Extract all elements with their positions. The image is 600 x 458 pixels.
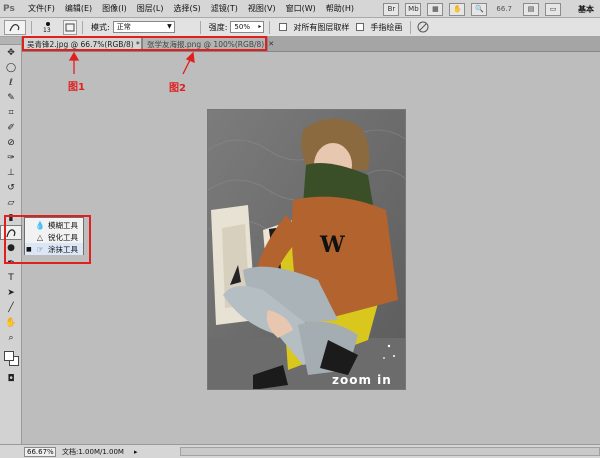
annotation-label-2: 图2 bbox=[169, 83, 186, 94]
blur-drop-icon: 💧 bbox=[35, 220, 45, 230]
canvas-photo[interactable]: W zoom in bbox=[207, 109, 406, 390]
zoom-in-watermark: zoom in bbox=[332, 373, 392, 387]
photo-illustration: W zoom in bbox=[208, 110, 405, 389]
annotation-label-1: 图1 bbox=[68, 82, 85, 93]
sharpen-triangle-icon: △ bbox=[36, 232, 44, 242]
status-zoom-value: 66.67% bbox=[27, 447, 54, 456]
flyout-item-smudge[interactable]: ■ ☞ 涂抹工具 bbox=[25, 243, 83, 255]
flyout-item-label: 锐化工具 bbox=[48, 232, 78, 242]
status-bar: 66.67% 文档:1.00M/1.00M ▸ bbox=[0, 444, 600, 458]
svg-text:W: W bbox=[319, 232, 345, 258]
flyout-item-label: 模糊工具 bbox=[48, 220, 78, 230]
flyout-item-sharpen[interactable]: △ 锐化工具 bbox=[25, 231, 83, 243]
arrowhead-1 bbox=[68, 51, 80, 61]
tool-flyout-menu: 💧 模糊工具 △ 锐化工具 ■ ☞ 涂抹工具 bbox=[24, 217, 84, 255]
selected-square-icon: ■ bbox=[26, 245, 32, 253]
chevron-right-icon[interactable]: ▸ bbox=[134, 448, 138, 456]
status-doc-size: 文档:1.00M/1.00M bbox=[62, 447, 124, 456]
status-zoom-field[interactable]: 66.67% bbox=[24, 446, 56, 457]
flyout-item-label: 涂抹工具 bbox=[48, 244, 78, 254]
flyout-item-blur[interactable]: 💧 模糊工具 bbox=[25, 219, 83, 231]
horizontal-scrollbar[interactable] bbox=[180, 447, 600, 456]
arrowhead-2 bbox=[185, 51, 195, 64]
smudge-finger-icon: ☞ bbox=[36, 244, 44, 254]
